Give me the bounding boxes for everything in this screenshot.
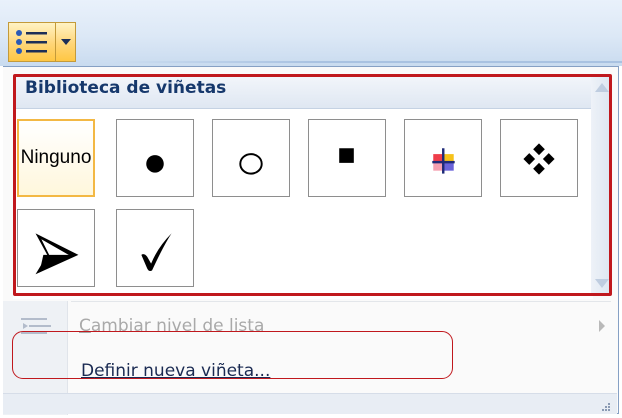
ribbon-divider xyxy=(110,61,622,63)
bullet-list-icon[interactable] xyxy=(15,29,49,55)
bullets-split-button[interactable] xyxy=(8,22,76,62)
bullet-library-dropdown: Biblioteca de viñetas Ninguno Cambiar ni… xyxy=(3,66,619,415)
resize-footer xyxy=(3,393,617,414)
submenu-arrow-icon xyxy=(599,320,605,332)
menu-separator xyxy=(71,301,611,302)
gallery-highlight-annotation xyxy=(13,74,612,296)
chevron-down-icon[interactable] xyxy=(58,27,74,57)
ribbon-background xyxy=(0,0,622,66)
define-bullet-highlight-annotation xyxy=(12,331,453,379)
resize-grip-icon[interactable] xyxy=(601,402,611,412)
split-divider xyxy=(55,23,56,61)
